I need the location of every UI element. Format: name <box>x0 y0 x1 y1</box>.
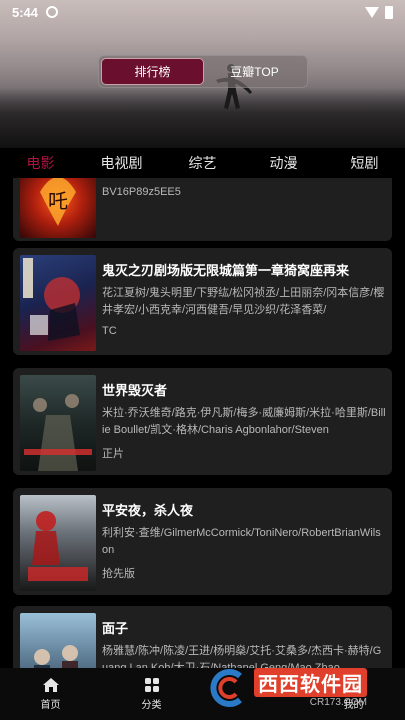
segment-douban-top[interactable]: 豆瓣TOP <box>204 58 305 85</box>
banner-sea <box>0 88 405 148</box>
tab-short-drama[interactable]: 短剧 <box>324 153 405 173</box>
status-time: 5:44 <box>12 4 39 20</box>
category-icon <box>144 678 159 692</box>
nav-home-label: 首页 <box>40 700 61 711</box>
watermark-logo-icon <box>210 669 242 707</box>
tab-variety[interactable]: 综艺 <box>162 153 243 173</box>
movie-title: 面子 <box>102 621 129 636</box>
movie-cast: BV16P89z5EE5 <box>102 186 181 198</box>
battery-icon <box>385 5 393 19</box>
watermark-text: 西西软件园 <box>254 668 367 697</box>
movie-card[interactable]: 吒 BV16P89z5EE5 <box>13 178 392 241</box>
movie-card[interactable]: 世界毁灭者 米拉·乔沃维奇/路克·伊凡斯/梅多·威廉姆斯/米拉·哈里斯/Bill… <box>13 368 392 475</box>
status-bar: 5:44 <box>0 0 405 24</box>
settings-status-icon <box>46 6 59 18</box>
movie-card[interactable]: 平安夜，杀人夜 利利安·查维/GilmerMcCormick/ToniNero/… <box>13 488 392 595</box>
tab-movie[interactable]: 电影 <box>0 153 81 173</box>
movie-poster <box>20 613 96 668</box>
home-icon <box>42 678 59 692</box>
nav-category[interactable]: 分类 <box>101 668 202 720</box>
movie-cast: 米拉·乔沃维奇/路克·伊凡斯/梅多·威廉姆斯/米拉·哈里斯/Billie Bou… <box>102 407 386 436</box>
movie-cast: 利利安·查维/GilmerMcCormick/ToniNero/RobertBr… <box>102 527 381 556</box>
movie-title: 鬼灭之刃剧场版无限城篇第一章猗窝座再来 <box>102 263 350 278</box>
movie-tag: 抢先版 <box>102 568 135 580</box>
segment-ranking[interactable]: 排行榜 <box>101 58 204 85</box>
movie-tag: TC <box>102 325 117 337</box>
movie-card[interactable]: 鬼灭之刃剧场版无限城篇第一章猗窝座再来 花江夏树/鬼头明里/下野纮/松冈祯丞/上… <box>13 248 392 355</box>
category-tabs: 电影 电视剧 综艺 动漫 短剧 <box>0 148 405 178</box>
ranking-switcher: 排行榜 豆瓣TOP <box>98 55 308 88</box>
movie-poster: 吒 <box>20 178 96 238</box>
movie-poster <box>20 255 96 351</box>
movie-cast: 花江夏树/鬼头明里/下野纮/松冈祯丞/上田丽奈/冈本信彦/樱井孝宏/小西克幸/河… <box>102 287 385 316</box>
nav-home[interactable]: 首页 <box>0 668 101 720</box>
movie-tag: 正片 <box>102 448 124 460</box>
wifi-icon <box>365 6 379 18</box>
movie-poster <box>20 375 96 471</box>
movie-title: 世界毁灭者 <box>102 383 168 398</box>
movie-card[interactable]: 面子 杨雅慧/陈冲/陈凌/王进/杨明燊/艾托·艾桑多/杰西卡·赫特/Guang … <box>13 606 392 668</box>
movie-poster <box>20 495 96 591</box>
watermark-domain: CR173.COM <box>309 697 367 708</box>
movie-title: 平安夜，杀人夜 <box>102 503 194 518</box>
movie-cast: 杨雅慧/陈冲/陈凌/王进/杨明燊/艾托·艾桑多/杰西卡·赫特/Guang Lan… <box>102 645 382 668</box>
svg-text:吒: 吒 <box>48 189 68 213</box>
tab-tv-series[interactable]: 电视剧 <box>81 153 162 173</box>
nav-category-label: 分类 <box>141 700 162 711</box>
site-watermark: 西西软件园 CR173.COM <box>210 668 390 708</box>
tab-anime[interactable]: 动漫 <box>243 153 324 173</box>
movie-list: 吒 BV16P89z5EE5 鬼灭之刃剧场版无限城篇第一章猗窝座再来 花江夏树/… <box>0 178 405 668</box>
